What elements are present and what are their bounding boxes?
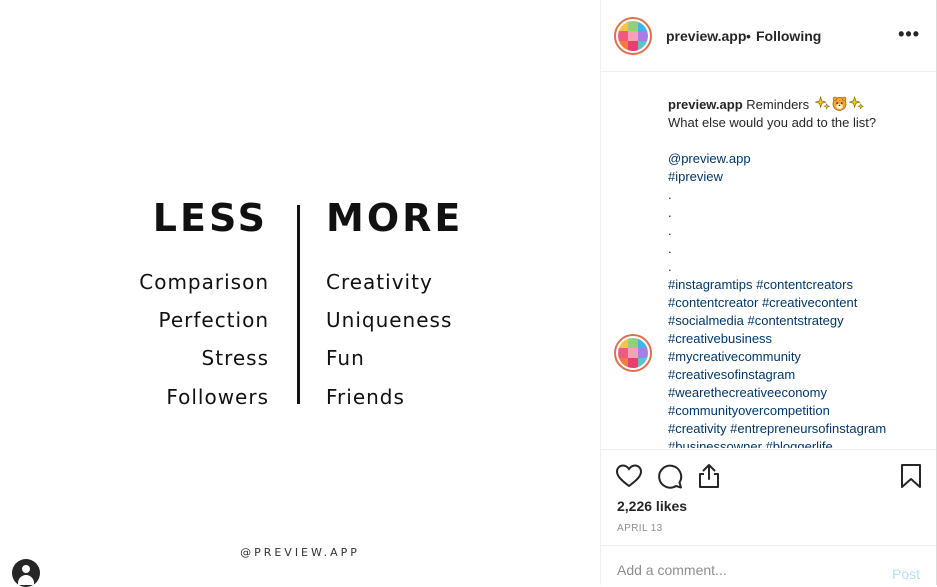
share-icon[interactable] bbox=[695, 462, 723, 490]
post-date[interactable]: APRIL 13 bbox=[617, 523, 663, 534]
post-image[interactable]: LESS MORE Comparison Perfection Stress F… bbox=[0, 0, 600, 587]
mention-link[interactable]: @preview.app bbox=[668, 150, 923, 168]
hashtag-link[interactable]: #ipreview bbox=[668, 168, 923, 186]
tiger-face-icon bbox=[832, 96, 847, 111]
center-divider bbox=[297, 205, 300, 404]
post-actions: 2,226 likes APRIL 13 bbox=[601, 449, 936, 545]
less-item: Stress bbox=[201, 346, 269, 370]
more-options-icon[interactable]: ••• bbox=[898, 24, 920, 45]
follow-status-button[interactable]: Following bbox=[756, 28, 821, 44]
hashtag-line[interactable]: #socialmedia #contentstrategy bbox=[668, 312, 923, 330]
post-header: preview.app • Following ••• bbox=[601, 0, 936, 72]
caption-dot: . bbox=[668, 259, 672, 274]
less-item: Perfection bbox=[158, 308, 269, 332]
tagged-user-icon[interactable] bbox=[12, 559, 40, 587]
caption-avatar[interactable] bbox=[614, 334, 652, 372]
more-item: Fun bbox=[326, 346, 365, 370]
sparkles-icon bbox=[848, 96, 864, 110]
hashtag-line[interactable]: #creativebusiness bbox=[668, 330, 923, 348]
caption-dot: . bbox=[668, 223, 672, 238]
less-item: Followers bbox=[166, 385, 269, 409]
more-item: Creativity bbox=[326, 270, 433, 294]
hashtag-line[interactable]: #contentcreator #creativecontent bbox=[668, 294, 923, 312]
sparkles-icon bbox=[814, 96, 830, 110]
more-item: Friends bbox=[326, 385, 405, 409]
hashtag-line[interactable]: #creativity #entrepreneursofinstagram bbox=[668, 420, 923, 438]
caption-question: What else would you add to the list? bbox=[668, 115, 877, 130]
less-item: Comparison bbox=[139, 270, 269, 294]
comments-scroll-area[interactable]: preview.app Reminders What else would yo… bbox=[601, 72, 936, 448]
hashtag-line[interactable]: #businessowner #bloggerlife bbox=[668, 438, 923, 448]
caption-dot: . bbox=[668, 205, 672, 220]
hashtag-line[interactable]: #creativesofinstagram bbox=[668, 366, 923, 384]
profile-avatar[interactable] bbox=[614, 17, 652, 55]
caption-dot: . bbox=[668, 241, 672, 256]
likes-count[interactable]: 2,226 likes bbox=[617, 498, 687, 514]
caption-dot: . bbox=[668, 187, 672, 202]
post-side-panel: preview.app • Following ••• preview.app … bbox=[600, 0, 937, 585]
comment-input[interactable] bbox=[617, 562, 877, 578]
more-heading: MORE bbox=[326, 196, 464, 240]
comment-box: Post bbox=[601, 545, 936, 586]
heart-icon[interactable] bbox=[615, 462, 643, 490]
image-watermark: @PREVIEW.APP bbox=[240, 546, 360, 559]
bookmark-icon[interactable] bbox=[897, 462, 925, 490]
header-separator: • bbox=[746, 28, 751, 44]
hashtag-line[interactable]: #wearethecreativeeconomy bbox=[668, 384, 923, 402]
less-heading: LESS bbox=[152, 196, 268, 240]
header-username[interactable]: preview.app bbox=[666, 28, 746, 44]
hashtag-line[interactable]: #instagramtips #contentcreators bbox=[668, 276, 923, 294]
hashtag-line[interactable]: #communityovercompetition bbox=[668, 402, 923, 420]
comment-icon[interactable] bbox=[655, 462, 683, 490]
more-item: Uniqueness bbox=[326, 308, 453, 332]
post-comment-button[interactable]: Post bbox=[892, 566, 920, 582]
caption-text: Reminders bbox=[746, 97, 810, 112]
hashtag-line[interactable]: #mycreativecommunity bbox=[668, 348, 923, 366]
post-caption: preview.app Reminders What else would yo… bbox=[668, 96, 923, 448]
caption-username[interactable]: preview.app bbox=[668, 97, 743, 112]
